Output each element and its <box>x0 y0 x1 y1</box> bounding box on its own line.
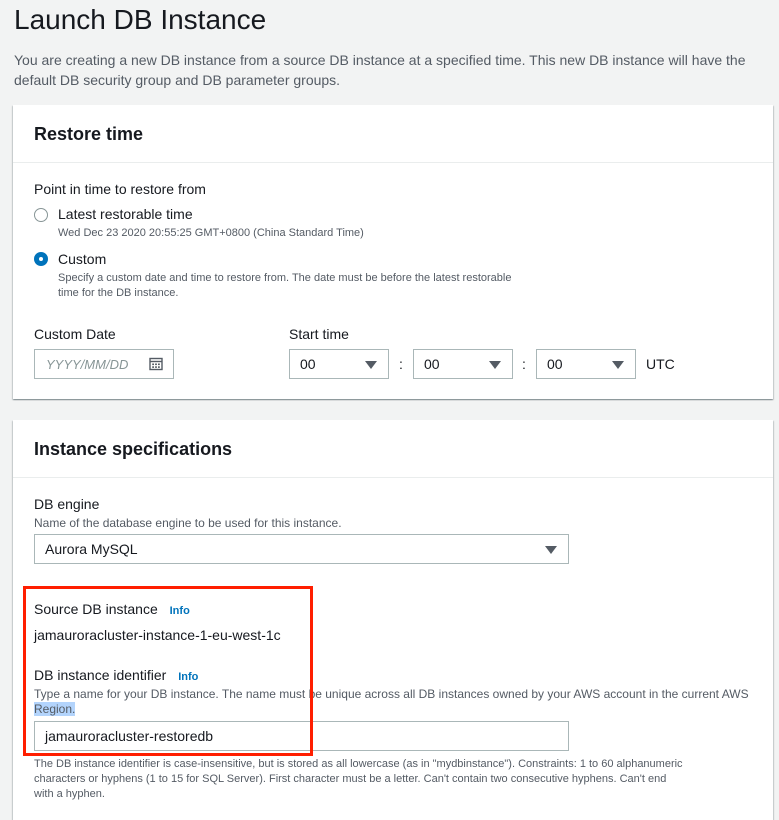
db-identifier-info-link[interactable]: Info <box>178 671 198 683</box>
custom-desc-line1: Specify a custom date and time to restor… <box>58 272 512 284</box>
source-db-label: Source DB instance Info <box>34 601 190 617</box>
custom-date-label: Custom Date <box>34 326 116 342</box>
db-identifier-value: jamauroracluster-restoredb <box>45 728 214 744</box>
db-identifier-label-text: DB instance identifier <box>34 667 167 683</box>
custom-date-input[interactable]: YYYY/MM/DD <box>34 349 174 379</box>
instance-specs-header: Instance specifications <box>13 420 773 478</box>
db-engine-value: Aurora MySQL <box>45 541 138 557</box>
time-separator: : <box>399 356 403 372</box>
custom-radio[interactable] <box>34 252 48 266</box>
hour-select[interactable]: 00 <box>289 349 389 379</box>
latest-restorable-label[interactable]: Latest restorable time <box>58 206 193 222</box>
minute-select[interactable]: 00 <box>413 349 513 379</box>
restore-time-panel: Restore time Point in time to restore fr… <box>13 105 773 399</box>
start-time-label: Start time <box>289 326 349 342</box>
db-engine-select[interactable]: Aurora MySQL <box>34 534 569 564</box>
source-db-info-link[interactable]: Info <box>170 605 190 617</box>
db-engine-label: DB engine <box>34 496 100 512</box>
db-identifier-desc-line1: Type a name for your DB instance. The na… <box>34 687 749 701</box>
page-description: You are creating a new DB instance from … <box>14 52 746 88</box>
db-identifier-constraints-line3: with a hyphen. <box>34 788 105 800</box>
custom-desc-line2: time for the DB instance. <box>58 287 179 299</box>
source-db-label-text: Source DB instance <box>34 601 158 617</box>
db-identifier-desc-region: Region. <box>34 702 76 716</box>
second-value: 00 <box>547 356 563 372</box>
custom-label[interactable]: Custom <box>58 251 106 267</box>
calendar-icon[interactable] <box>149 357 163 371</box>
caret-down-icon <box>365 361 377 369</box>
instance-specs-panel: Instance specifications DB engine Name o… <box>13 420 773 820</box>
timezone-label: UTC <box>646 356 675 372</box>
second-select[interactable]: 00 <box>536 349 636 379</box>
latest-restorable-radio[interactable] <box>34 208 48 222</box>
db-engine-desc: Name of the database engine to be used f… <box>34 516 342 530</box>
caret-down-icon <box>489 361 501 369</box>
page-title: Launch DB Instance <box>14 4 267 35</box>
db-identifier-constraints-line1: The DB instance identifier is case-insen… <box>34 758 683 770</box>
db-identifier-label: DB instance identifier Info <box>34 667 198 683</box>
hour-value: 00 <box>300 356 316 372</box>
db-identifier-desc-line2: Region. <box>34 701 76 717</box>
db-identifier-input[interactable]: jamauroracluster-restoredb <box>34 721 569 751</box>
caret-down-icon <box>612 361 624 369</box>
custom-date-placeholder: YYYY/MM/DD <box>46 357 129 372</box>
point-in-time-label: Point in time to restore from <box>34 181 206 197</box>
caret-down-icon <box>545 546 557 554</box>
latest-restorable-desc: Wed Dec 23 2020 20:55:25 GMT+0800 (China… <box>58 227 364 239</box>
source-db-value: jamauroracluster-instance-1-eu-west-1c <box>34 627 281 643</box>
db-identifier-constraints-line2: characters or hyphens (1 to 15 for SQL S… <box>34 773 667 785</box>
time-separator: : <box>522 356 526 372</box>
restore-time-header: Restore time <box>13 105 773 163</box>
minute-value: 00 <box>424 356 440 372</box>
